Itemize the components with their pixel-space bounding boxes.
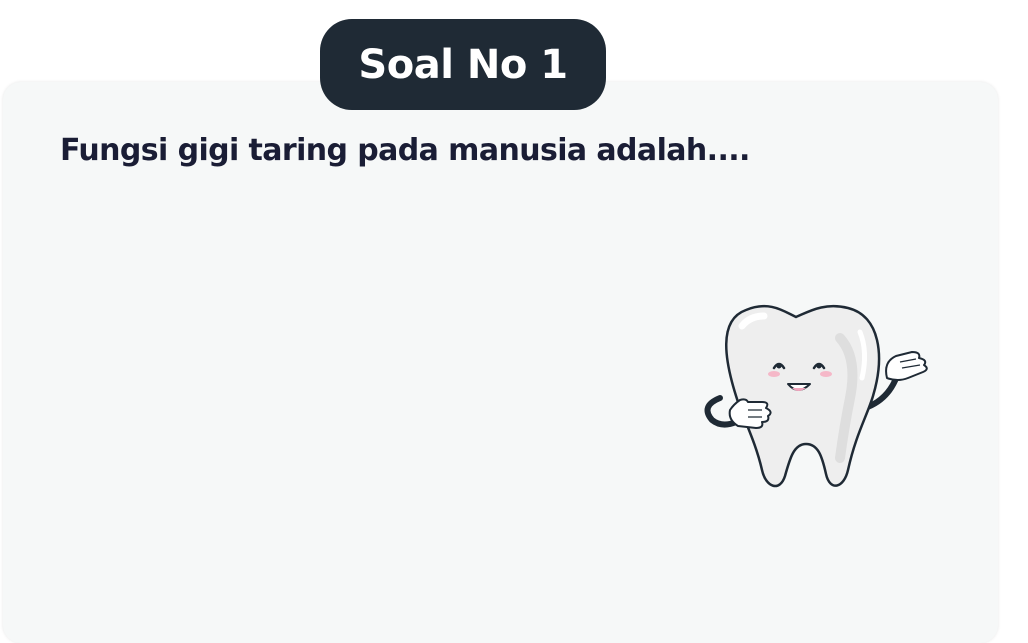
question-number-label: Soal No 1 xyxy=(358,41,568,88)
question-text: Fungsi gigi taring pada manusia adalah..… xyxy=(60,133,750,168)
quiz-slide: Soal No 1 Fungsi gigi taring pada manusi… xyxy=(0,0,1028,643)
tooth-mascot-icon xyxy=(704,304,928,488)
question-number-badge: Soal No 1 xyxy=(320,19,606,110)
